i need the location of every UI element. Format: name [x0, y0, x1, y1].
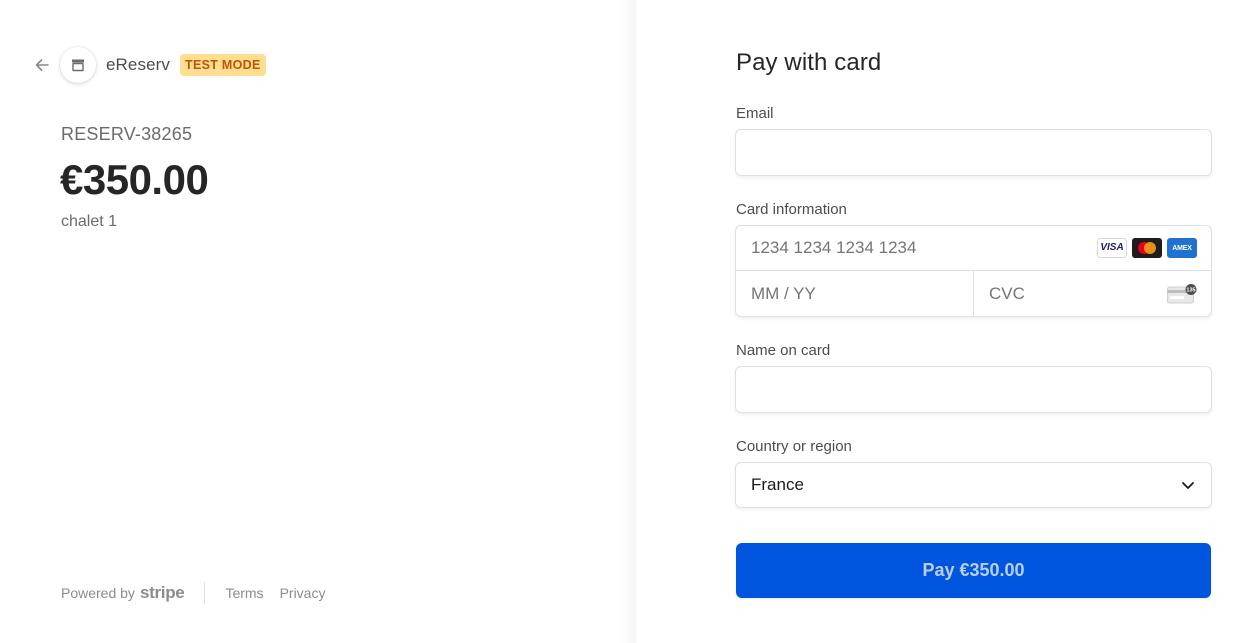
mastercard-icon [1132, 238, 1162, 258]
footer: Powered by stripe Terms Privacy [61, 581, 341, 605]
merchant-header: eReserv TEST MODE [31, 47, 266, 83]
pay-button[interactable]: Pay €350.00 [736, 543, 1211, 598]
card-expiry-wrapper [736, 271, 974, 316]
order-amount: €350.00 [60, 156, 209, 203]
card-cvc-wrapper: 135 [974, 271, 1211, 316]
order-reference: RESERV-38265 [61, 124, 193, 144]
cvc-hint-text: 135 [1186, 288, 1195, 294]
name-on-card-label: Name on card [736, 342, 831, 359]
amex-icon: AMEX [1167, 238, 1197, 258]
card-information-label: Card information [736, 201, 847, 218]
visa-icon: VISA [1097, 238, 1127, 258]
page-title: Pay with card [736, 49, 882, 76]
cvc-card-icon: 135 [1167, 284, 1197, 304]
pane-divider-shadow [618, 0, 636, 643]
privacy-link[interactable]: Privacy [280, 585, 326, 601]
store-icon[interactable] [60, 47, 96, 83]
powered-by-text: Powered by [61, 585, 135, 601]
card-expiry-input[interactable] [736, 271, 973, 316]
product-name: chalet 1 [61, 213, 118, 230]
terms-link[interactable]: Terms [225, 585, 263, 601]
powered-by: Powered by stripe [61, 583, 185, 603]
merchant-name[interactable]: eReserv [106, 55, 170, 75]
card-number-row: VISA AMEX [736, 226, 1211, 271]
chevron-down-icon [1182, 482, 1194, 489]
back-arrow-icon[interactable] [31, 54, 53, 76]
footer-divider [204, 582, 206, 604]
country-value: France [751, 475, 804, 494]
country-select[interactable]: France [735, 462, 1212, 508]
name-on-card-wrapper [735, 366, 1212, 413]
email-field[interactable] [736, 130, 1211, 175]
card-information-group: VISA AMEX 135 [735, 225, 1212, 317]
payment-form-pane: Pay with card Email Card information VIS… [636, 0, 1242, 643]
name-on-card-field[interactable] [736, 367, 1211, 412]
order-summary-pane: eReserv TEST MODE RESERV-38265 €350.00 c… [0, 0, 636, 643]
test-mode-badge: TEST MODE [180, 54, 266, 76]
card-brands: VISA AMEX [1097, 238, 1197, 258]
country-label: Country or region [736, 438, 852, 455]
stripe-logo[interactable]: stripe [140, 583, 185, 603]
email-field-wrapper [735, 129, 1212, 176]
email-label: Email [736, 105, 774, 122]
